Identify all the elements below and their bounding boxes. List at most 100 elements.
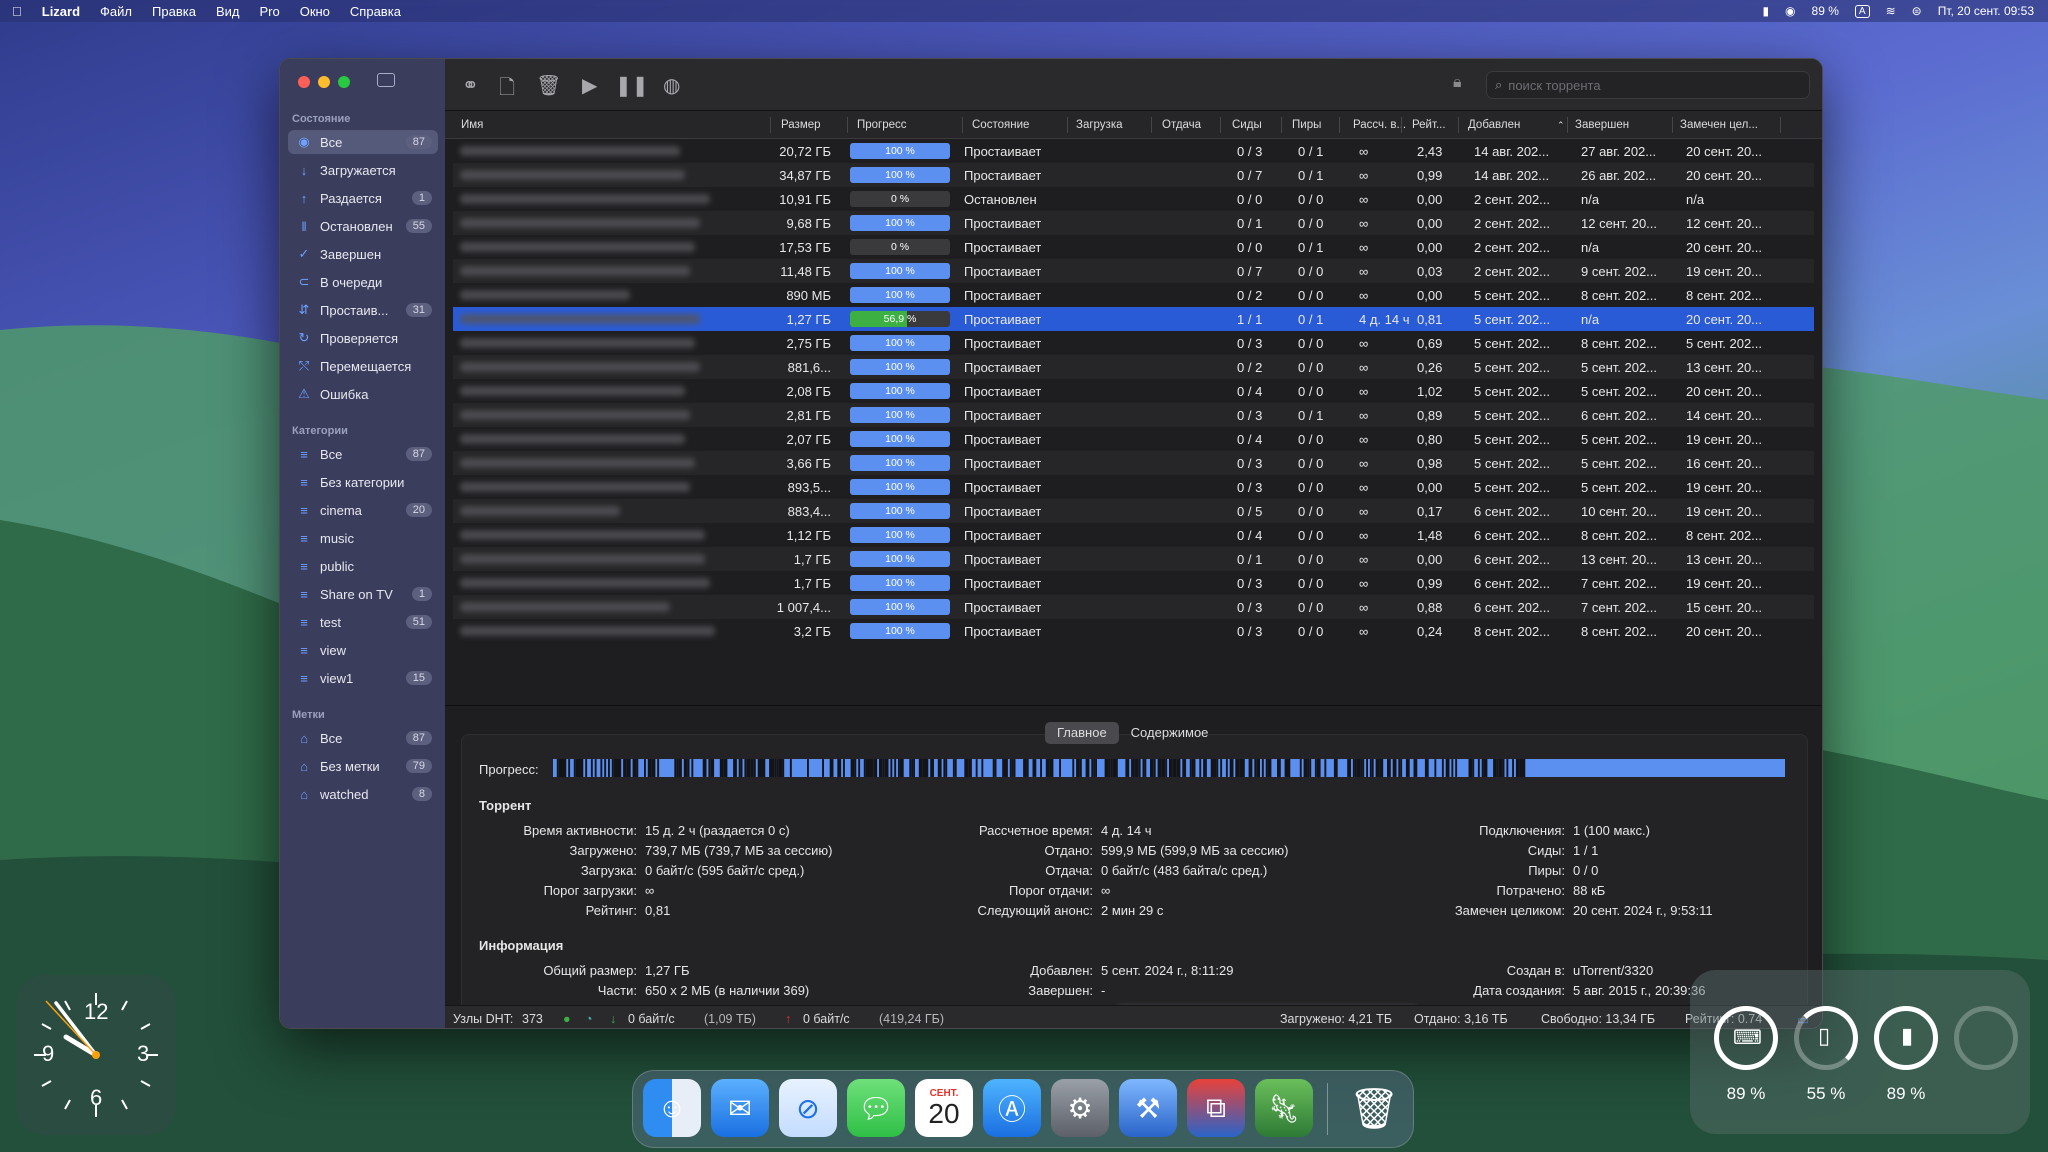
table-row[interactable]: 1,7 ГБ 100 % Простаивает 0 / 3 0 / 0 ∞ 0… (453, 571, 1814, 595)
mail-icon[interactable]: ✉ (711, 1079, 769, 1137)
sidebar-category-item-7[interactable]: ≡ view (288, 638, 438, 662)
input-source-indicator[interactable]: A (1854, 4, 1870, 18)
sidebar-tag-item-2[interactable]: ⌂ watched 8 (288, 782, 438, 806)
sidebar-state-item-8[interactable]: ⤲ Перемещается (288, 354, 438, 378)
menu-file[interactable]: Файл (100, 4, 132, 19)
table-row[interactable]: 2,08 ГБ 100 % Простаивает 0 / 4 0 / 0 ∞ … (453, 379, 1814, 403)
lizard-app-icon[interactable]: 🦎︎ (1255, 1079, 1313, 1137)
column-header-6[interactable]: Сиды (1232, 119, 1262, 131)
resume-play-icon[interactable]: ▶ (582, 73, 597, 98)
menu-edit[interactable]: Правка (152, 4, 196, 19)
column-header-10[interactable]: Добавлен (1468, 119, 1520, 131)
sidebar-category-item-0[interactable]: ≡ Все 87 (288, 442, 438, 466)
search-field[interactable]: ⌕ поиск торрента (1486, 71, 1810, 99)
pause-icon[interactable]: ❚❚ (615, 73, 649, 98)
safari-icon[interactable]: ⊘ (779, 1079, 837, 1137)
user-icon[interactable]: ◉ (1785, 4, 1795, 18)
column-header-3[interactable]: Состояние (972, 119, 1029, 131)
lock-icon[interactable]: 🔒︎ (1453, 74, 1462, 92)
close-window-button[interactable] (298, 76, 310, 88)
app-store-icon[interactable]: Ⓐ (983, 1079, 1041, 1137)
sidebar-state-item-4[interactable]: ✓ Завершен (288, 242, 438, 266)
column-header-12[interactable]: Замечен цел... (1680, 119, 1758, 131)
menu-view[interactable]: Вид (216, 4, 240, 19)
sidebar-category-item-6[interactable]: ≡ test 51 (288, 610, 438, 634)
sidebar-state-item-3[interactable]: ‖ Остановлен 55 (288, 214, 438, 238)
apple-menu-icon[interactable]:  (12, 4, 22, 19)
table-row[interactable]: 881,6... 100 % Простаивает 0 / 2 0 / 0 ∞… (453, 355, 1814, 379)
table-row[interactable]: 11,48 ГБ 100 % Простаивает 0 / 7 0 / 0 ∞… (453, 259, 1814, 283)
menu-pro[interactable]: Pro (259, 4, 279, 19)
sort-chevron-icon[interactable]: ⌃ (1557, 120, 1565, 131)
column-header-2[interactable]: Прогресс (857, 119, 907, 131)
table-row[interactable]: 1 007,4... 100 % Простаивает 0 / 3 0 / 0… (453, 595, 1814, 619)
column-header-5[interactable]: Отдача (1162, 119, 1201, 131)
battery-widget[interactable]: ⌨ 89 % ▯ 55 % ▮ 89 % (1690, 970, 2030, 1134)
menu-help[interactable]: Справка (350, 4, 401, 19)
finder-icon[interactable]: ☺ (643, 1079, 701, 1137)
table-row[interactable]: 2,81 ГБ 100 % Простаивает 0 / 3 0 / 1 ∞ … (453, 403, 1814, 427)
table-row[interactable]: 2,07 ГБ 100 % Простаивает 0 / 4 0 / 0 ∞ … (453, 427, 1814, 451)
column-header-0[interactable]: Имя (461, 119, 483, 131)
sidebar-state-item-5[interactable]: ⊂ В очереди (288, 270, 438, 294)
clock-widget[interactable]: 12 3 6 9 (16, 975, 176, 1135)
sidebar-tag-item-0[interactable]: ⌂ Все 87 (288, 726, 438, 750)
messages-icon[interactable]: 💬︎ (847, 1079, 905, 1137)
system-settings-icon[interactable]: ⚙ (1051, 1079, 1109, 1137)
sidebar-toggle-icon[interactable] (377, 73, 395, 87)
app-menu[interactable]: Lizard (42, 4, 80, 19)
add-torrent-link-icon[interactable]: ⚭ (462, 73, 479, 98)
sidebar-category-item-5[interactable]: ≡ Share on TV 1 (288, 582, 438, 606)
zoom-window-button[interactable] (338, 76, 350, 88)
table-row[interactable]: 3,66 ГБ 100 % Простаивает 0 / 3 0 / 0 ∞ … (453, 451, 1814, 475)
sidebar-category-item-2[interactable]: ≡ cinema 20 (288, 498, 438, 522)
table-row[interactable]: 2,75 ГБ 100 % Простаивает 0 / 3 0 / 0 ∞ … (453, 331, 1814, 355)
add-torrent-file-icon[interactable]: 🗋 (499, 73, 515, 107)
sidebar-category-item-3[interactable]: ≡ music (288, 526, 438, 550)
speed-limit-icon[interactable]: ◔ (585, 1012, 593, 1026)
battery-indicator[interactable]: 89 % (1812, 4, 1839, 18)
table-row[interactable]: 9,68 ГБ 100 % Простаивает 0 / 1 0 / 0 ∞ … (453, 211, 1814, 235)
column-header-8[interactable]: Рассч. в... (1353, 119, 1406, 131)
mouse-status-icon[interactable]: ▮ (1762, 4, 1769, 18)
globe-icon[interactable]: ◍ (663, 73, 680, 98)
tab-main[interactable]: Главное (1045, 722, 1119, 744)
remote-desktop-icon[interactable]: ⧉ (1187, 1079, 1245, 1137)
calendar-icon[interactable]: СЕНТ. 20 (915, 1079, 973, 1137)
sidebar-state-item-9[interactable]: ⚠ Ошибка (288, 382, 438, 406)
sidebar-category-item-8[interactable]: ≡ view1 15 (288, 666, 438, 690)
sidebar-category-item-4[interactable]: ≡ public (288, 554, 438, 578)
delete-trash-icon[interactable]: 🗑 (536, 73, 561, 98)
table-row[interactable]: 1,7 ГБ 100 % Простаивает 0 / 1 0 / 0 ∞ 0… (453, 547, 1814, 571)
sidebar-tag-item-1[interactable]: ⌂ Без метки 79 (288, 754, 438, 778)
table-row[interactable]: 1,12 ГБ 100 % Простаивает 0 / 4 0 / 0 ∞ … (453, 523, 1814, 547)
menu-window[interactable]: Окно (300, 4, 330, 19)
sidebar-state-item-6[interactable]: ⇵ Простаив... 31 (288, 298, 438, 322)
table-row[interactable]: 883,4... 100 % Простаивает 0 / 5 0 / 0 ∞… (453, 499, 1814, 523)
minimize-window-button[interactable] (318, 76, 330, 88)
table-row[interactable]: 34,87 ГБ 100 % Простаивает 0 / 7 0 / 1 ∞… (453, 163, 1814, 187)
table-row[interactable]: 20,72 ГБ 100 % Простаивает 0 / 3 0 / 1 ∞… (453, 139, 1814, 163)
xcode-icon[interactable]: ⚒ (1119, 1079, 1177, 1137)
table-row[interactable]: 893,5... 100 % Простаивает 0 / 3 0 / 0 ∞… (453, 475, 1814, 499)
table-row[interactable]: 1,27 ГБ 56,9 % Простаивает 1 / 1 0 / 1 4… (453, 307, 1814, 331)
column-header-9[interactable]: Рейт... (1412, 119, 1446, 131)
column-header-7[interactable]: Пиры (1292, 119, 1321, 131)
sidebar-state-item-1[interactable]: ↓ Загружается (288, 158, 438, 182)
trash-icon[interactable]: 🗑︎ (1345, 1079, 1403, 1137)
table-row[interactable]: 10,91 ГБ 0 % Остановлен 0 / 0 0 / 0 ∞ 0,… (453, 187, 1814, 211)
sidebar-state-item-0[interactable]: ◉ Все 87 (288, 130, 438, 154)
column-header-11[interactable]: Завершен (1575, 119, 1629, 131)
wifi-icon[interactable]: ≋ (1886, 4, 1896, 18)
table-row[interactable]: 17,53 ГБ 0 % Простаивает 0 / 0 0 / 1 ∞ 0… (453, 235, 1814, 259)
menubar-clock[interactable]: Пт, 20 сент. 09:53 (1938, 4, 2034, 18)
table-row[interactable]: 890 МБ 100 % Простаивает 0 / 2 0 / 0 ∞ 0… (453, 283, 1814, 307)
column-header-1[interactable]: Размер (781, 119, 821, 131)
column-header-4[interactable]: Загрузка (1076, 119, 1123, 131)
control-center-icon[interactable]: ⊜ (1912, 4, 1922, 18)
sidebar-category-item-1[interactable]: ≡ Без категории (288, 470, 438, 494)
sidebar-state-item-7[interactable]: ↻ Проверяется (288, 326, 438, 350)
table-row[interactable]: 3,2 ГБ 100 % Простаивает 0 / 3 0 / 0 ∞ 0… (453, 619, 1814, 643)
sidebar-state-item-2[interactable]: ↑ Раздается 1 (288, 186, 438, 210)
tab-content[interactable]: Содержимое (1119, 722, 1221, 744)
